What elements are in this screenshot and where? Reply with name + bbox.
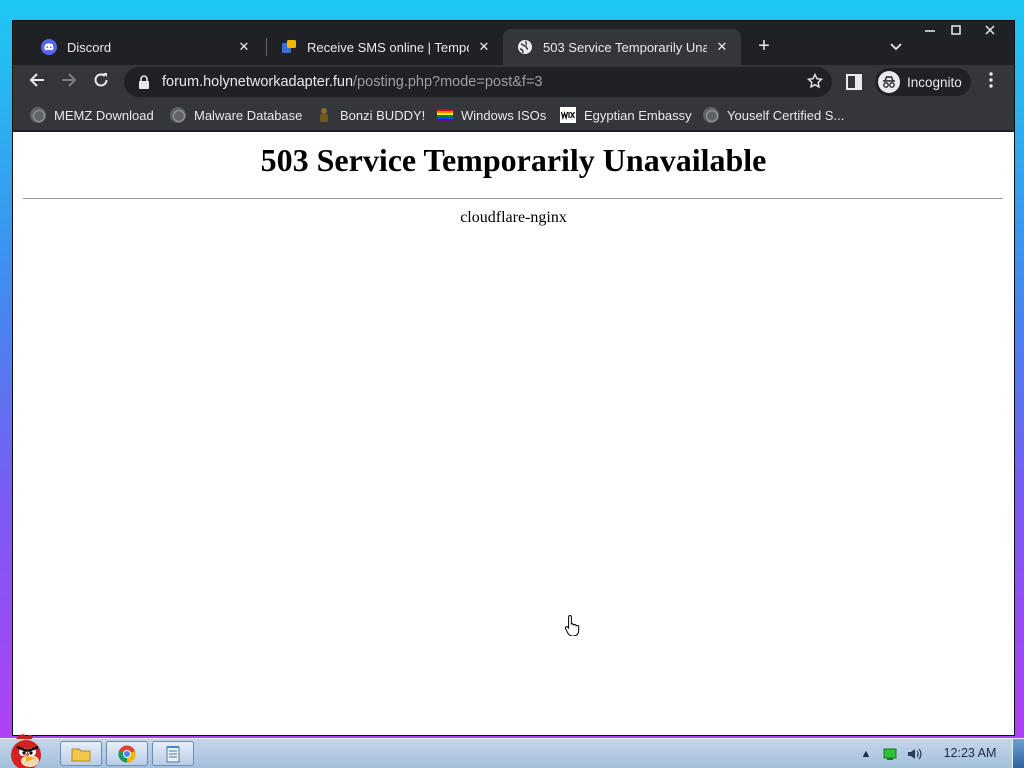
bookmark-label: Youself Certified S... <box>727 107 845 123</box>
server-name: cloudflare-nginx <box>460 209 567 226</box>
arrow-left-icon <box>29 73 44 87</box>
minimize-button[interactable] <box>916 21 944 39</box>
network-icon[interactable] <box>882 746 898 762</box>
new-tab-button[interactable]: + <box>753 36 775 58</box>
back-button[interactable] <box>25 70 49 94</box>
maximize-button[interactable] <box>942 21 970 39</box>
bookmark-youself-certified[interactable]: Youself Certified S... <box>703 105 844 125</box>
globe-icon <box>170 107 186 123</box>
discord-icon <box>41 39 57 55</box>
wix-icon <box>560 107 576 123</box>
tab-title: Discord <box>67 39 112 55</box>
arrow-right-icon <box>62 73 77 87</box>
hand-cursor-icon <box>564 614 580 636</box>
browser-menu-button[interactable] <box>981 70 1001 94</box>
chevron-down-icon <box>890 43 902 51</box>
url-path: /posting.php?mode=post&f=3 <box>353 74 543 90</box>
error-heading: 503 Service Temporarily Unavailable <box>260 142 767 178</box>
globe-icon <box>30 107 46 123</box>
taskbar-explorer-button[interactable] <box>60 741 102 766</box>
notepad-icon <box>166 745 180 762</box>
rainbow-flag-icon <box>437 109 453 121</box>
taskbar-chrome-button[interactable] <box>106 741 148 766</box>
page-content: 503 Service Temporarily Unavailable clou… <box>13 132 1014 735</box>
bookmark-bonzi-buddy[interactable]: Bonzi BUDDY! <box>316 105 425 125</box>
lock-icon <box>139 75 149 89</box>
angry-bird-start-icon[interactable] <box>2 731 50 768</box>
tab-close-button[interactable]: ✕ <box>475 39 493 55</box>
minimize-icon <box>925 30 935 32</box>
star-icon <box>806 72 824 89</box>
tab-503-active[interactable]: 503 Service Temporarily Unavailable ✕ <box>503 29 741 65</box>
tab-strip: Discord ✕ Receive SMS online | Temporary… <box>13 21 1014 65</box>
bookmark-label: MEMZ Download <box>54 107 154 123</box>
globe-icon <box>703 107 719 123</box>
chrome-icon <box>118 745 136 763</box>
forward-button[interactable] <box>57 70 81 94</box>
url-host: forum.holynetworkadapter.fun <box>162 74 354 90</box>
incognito-label: Incognito <box>907 74 962 90</box>
bookmark-label: Egyptian Embassy <box>584 107 692 123</box>
folder-icon <box>71 748 91 761</box>
window-close-button[interactable] <box>975 21 1005 39</box>
show-desktop-button[interactable] <box>1012 739 1024 768</box>
reload-icon <box>94 73 108 87</box>
tray-expand-button[interactable]: ▲ <box>858 746 874 762</box>
tab-title: Receive SMS online | Temporary <box>307 39 469 55</box>
bookmarks-bar: MEMZ Download Malware Database Bonzi BUD… <box>13 99 1014 131</box>
bookmark-memz-download[interactable]: MEMZ Download <box>30 105 154 125</box>
bookmark-label: Bonzi BUDDY! <box>340 107 426 123</box>
tab-search-button[interactable] <box>885 36 907 58</box>
reload-button[interactable] <box>89 70 113 94</box>
maximize-icon <box>951 25 961 35</box>
tab-close-button[interactable]: ✕ <box>713 39 731 55</box>
browser-window: Discord ✕ Receive SMS online | Temporary… <box>12 20 1015 736</box>
bookmark-star-button[interactable] <box>806 72 824 91</box>
system-tray: ▲ <box>858 745 930 763</box>
sms-site-icon <box>282 40 296 53</box>
bookmark-egyptian-embassy[interactable]: Egyptian Embassy <box>560 105 692 125</box>
incognito-indicator[interactable]: Incognito <box>875 68 971 96</box>
tab-close-button[interactable]: ✕ <box>235 39 253 55</box>
address-bar[interactable]: forum.holynetworkadapter.fun/posting.php… <box>124 67 832 97</box>
side-panel-button[interactable] <box>846 74 862 90</box>
tab-discord[interactable]: Discord ✕ <box>27 29 263 65</box>
more-vert-icon <box>989 72 993 88</box>
bookmark-windows-isos[interactable]: Windows ISOs <box>437 105 546 125</box>
bookmark-label: Malware Database <box>194 107 303 123</box>
close-icon <box>985 25 995 35</box>
taskbar-notepad-button[interactable] <box>152 741 194 766</box>
taskbar: ▲ 12:23 AM <box>0 734 1024 768</box>
tab-title: 503 Service Temporarily Unavailable <box>543 39 707 55</box>
bonzi-icon <box>320 108 328 122</box>
bookmark-label: Windows ISOs <box>461 107 547 123</box>
taskbar-clock[interactable]: 12:23 AM <box>936 746 1004 760</box>
volume-icon[interactable] <box>906 746 922 762</box>
incognito-icon <box>878 71 900 93</box>
tab-receive-sms[interactable]: Receive SMS online | Temporary ✕ <box>267 29 503 65</box>
divider <box>23 198 1003 199</box>
globe-icon <box>518 40 532 54</box>
browser-toolbar: forum.holynetworkadapter.fun/posting.php… <box>13 65 1014 99</box>
bookmark-malware-database[interactable]: Malware Database <box>170 105 302 125</box>
